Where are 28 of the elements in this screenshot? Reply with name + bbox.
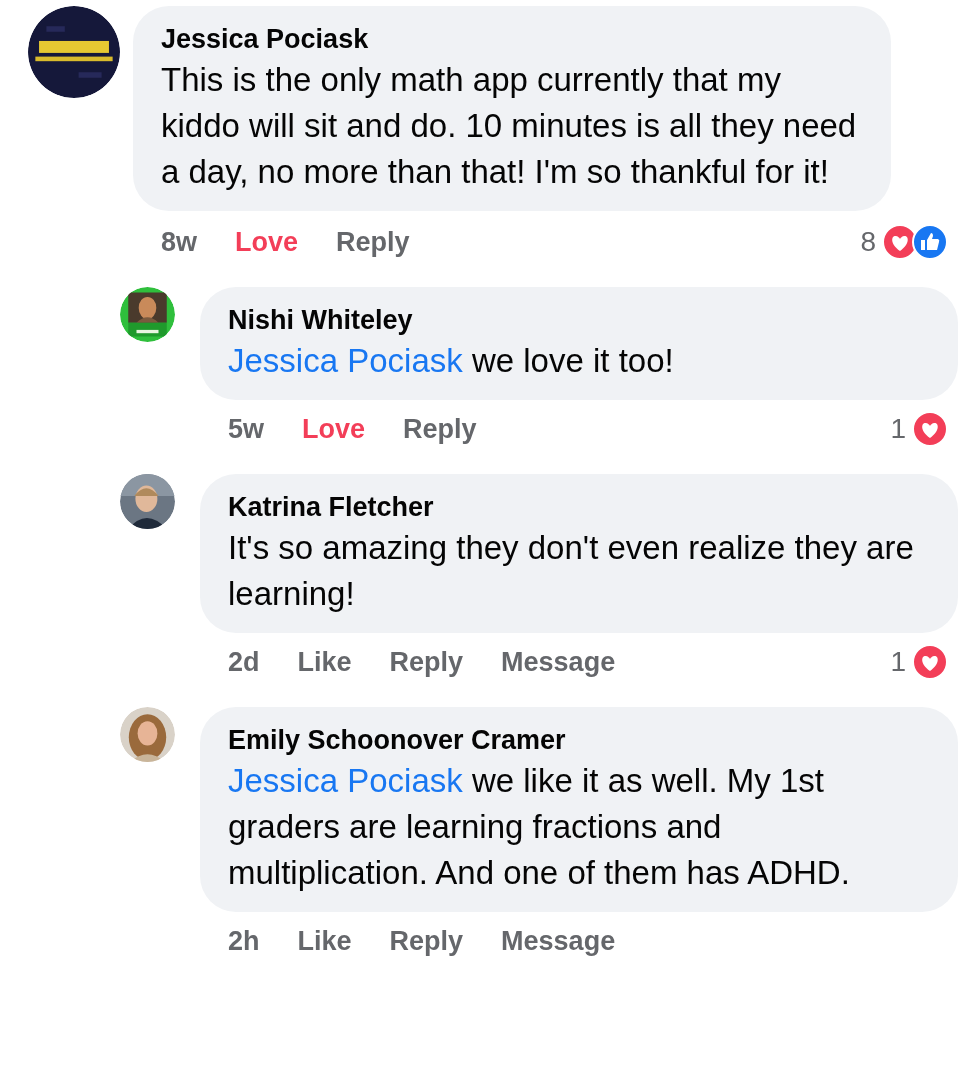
action-button[interactable]: Reply [403, 413, 477, 445]
reaction-count: 1 [890, 413, 906, 445]
author-name: Katrina Fletcher [228, 492, 435, 523]
action-button[interactable]: Reply [389, 925, 464, 957]
reaction-button[interactable]: Like [297, 925, 352, 957]
reaction-button[interactable]: Love [302, 413, 366, 445]
mention-link[interactable]: Jessica Pociask [228, 342, 463, 379]
action-button[interactable]: Message [501, 646, 616, 678]
comment-text: This is the only math app currently that my kiddo will sit and do. 10 minutes is all they need a day, no more than that! I'm so thankful for it! [161, 60, 858, 192]
author-name: Jessica Pociask [161, 24, 370, 55]
reaction-button[interactable]: Love [235, 226, 299, 258]
action-button[interactable]: Reply [336, 226, 410, 258]
mention-link[interactable]: Jessica Pociask [228, 762, 463, 799]
thumbs-up-icon [912, 224, 948, 260]
comment-text: Jessica Pociask we like it as well. My 1st graders are learning fractions and multiplication. And one of them has ADHD. [228, 761, 851, 893]
action-button[interactable]: Reply [389, 646, 464, 678]
author-name: Nishi Whiteley [228, 305, 414, 336]
reaction-count: 1 [890, 646, 906, 678]
comment-text: It's so amazing they don't even realize they are learning! [228, 528, 915, 614]
reaction-button[interactable]: Like [297, 646, 352, 678]
comment-text: Jessica Pociask we love it too! [228, 341, 675, 381]
action-button[interactable]: Message [501, 925, 616, 957]
time-link[interactable]: 5w [228, 413, 265, 445]
time-link[interactable]: 2d [228, 646, 260, 678]
time-link[interactable]: 8w [161, 226, 198, 258]
time-link[interactable]: 2h [228, 925, 260, 957]
reaction-count: 8 [860, 226, 876, 258]
author-name: Emily Schoonover Cramer [228, 725, 567, 756]
